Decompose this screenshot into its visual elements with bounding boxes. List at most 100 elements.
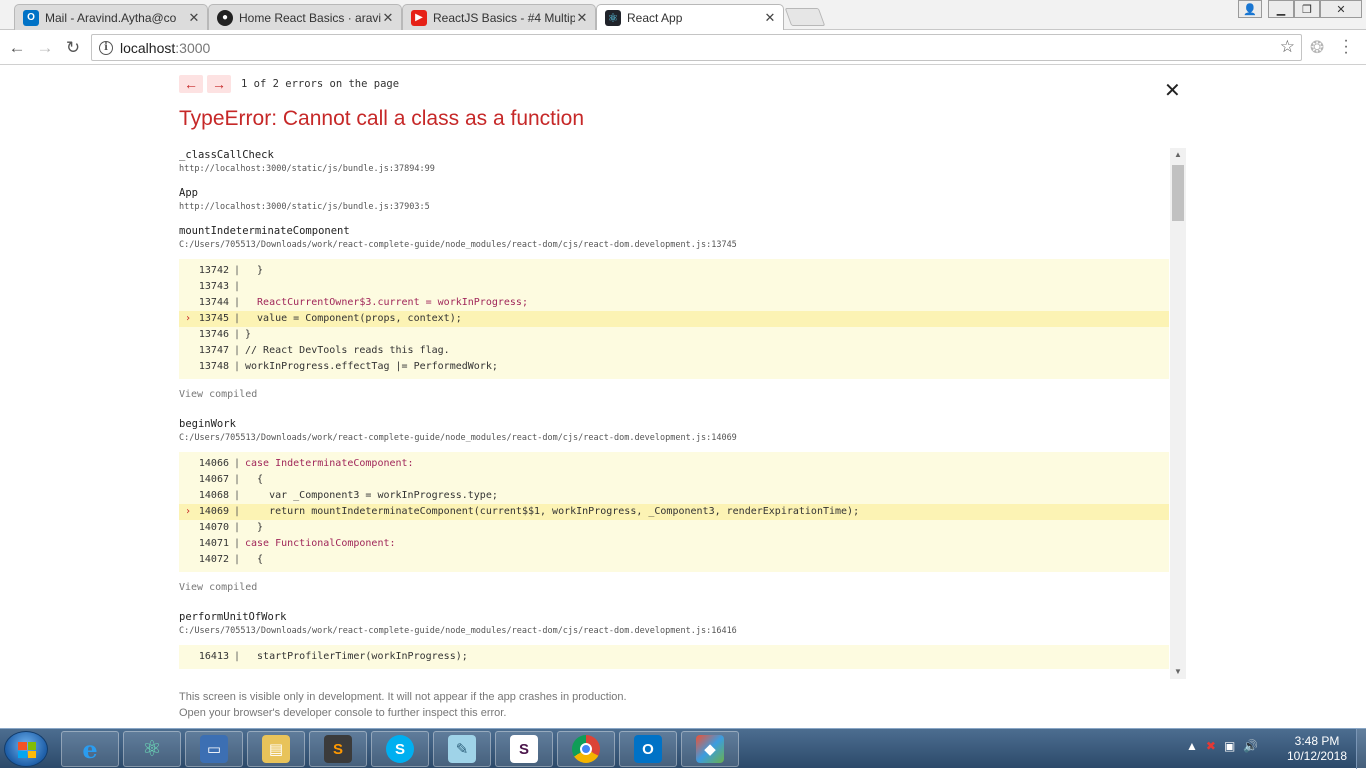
- error-overlay: ← → 1 of 2 errors on the page ✕ TypeErro…: [0, 66, 1366, 728]
- scrollbar-thumb[interactable]: [1172, 165, 1184, 221]
- code-line: 13746 |}: [198, 329, 252, 340]
- windows-taskbar: e ⚛ ▭ ▤ S S ✎ S O ◆ ▲ ✖ ▣ 🔊 3:48 PM 10/1…: [0, 728, 1366, 769]
- close-icon[interactable]: ✕: [187, 10, 201, 25]
- code-line: 16413 | startProfilerTimer(workInProgress…: [198, 651, 468, 662]
- system-tray: ▲ ✖ ▣ 🔊: [1186, 739, 1266, 753]
- frame-file-link[interactable]: C:/Users/705513/Downloads/work/react-com…: [179, 624, 1169, 638]
- show-hidden-icons-icon[interactable]: ▲: [1186, 739, 1198, 753]
- notepad-icon: ✎: [448, 735, 476, 763]
- scroll-down-icon[interactable]: ▼: [1170, 665, 1186, 679]
- show-desktop-button[interactable]: [1356, 729, 1366, 769]
- network-disconnected-icon[interactable]: ✖: [1206, 739, 1216, 753]
- start-button[interactable]: [4, 731, 48, 767]
- error-navigation: ← → 1 of 2 errors on the page: [179, 75, 399, 93]
- taskbar-file-explorer[interactable]: ▤: [247, 731, 305, 767]
- frame-file-link[interactable]: http://localhost:3000/static/js/bundle.j…: [179, 162, 1169, 176]
- tab-react-app[interactable]: ⚛ React App ✕: [596, 4, 784, 31]
- code-snippet: 14066 | case IndeterminateComponent: 14067…: [179, 452, 1169, 572]
- display-icon[interactable]: ▣: [1224, 739, 1235, 753]
- clock-time: 3:48 PM: [1294, 734, 1340, 748]
- overlay-footer: This screen is visible only in developme…: [179, 689, 627, 721]
- react-icon: ⚛: [605, 10, 621, 26]
- frame-function-name: performUnitOfWork: [179, 611, 287, 623]
- frame-file-link[interactable]: C:/Users/705513/Downloads/work/react-com…: [179, 431, 1169, 445]
- taskbar-slack[interactable]: S: [495, 731, 553, 767]
- frame-file-link[interactable]: http://localhost:3000/static/js/bundle.j…: [179, 200, 1169, 214]
- highlighted-code-line: › 13745 | value = Component(props, context…: [179, 311, 1169, 327]
- tab-github[interactable]: ● Home React Basics · aravi ✕: [208, 4, 402, 30]
- browser-toolbar: ← → ↻ i localhost:3000 ☆: [0, 30, 1366, 65]
- git-icon: ◆: [696, 735, 724, 763]
- close-window-button[interactable]: ✕: [1320, 0, 1362, 18]
- address-bar[interactable]: i localhost:3000 ☆: [91, 34, 1302, 61]
- menu-icon[interactable]: · · ·: [1343, 33, 1349, 61]
- extension-icon[interactable]: ❂: [1310, 38, 1324, 58]
- github-icon: ●: [217, 9, 233, 26]
- url-text[interactable]: localhost:3000: [120, 40, 210, 56]
- new-tab-button[interactable]: [784, 8, 826, 26]
- reload-button[interactable]: ↻: [62, 37, 84, 59]
- frame-function-name: beginWork: [179, 418, 236, 430]
- code-line: 14068 | var _Component3 = workInProgress.…: [198, 490, 498, 501]
- taskbar-chrome[interactable]: [557, 731, 615, 767]
- tab-mail[interactable]: O Mail - Aravind.Aytha@co ✕: [14, 4, 208, 30]
- tab-strip: O Mail - Aravind.Aytha@co ✕ ● Home React…: [0, 0, 1366, 31]
- code-line: 13743 |: [198, 281, 241, 292]
- chrome-icon: [572, 735, 600, 763]
- stack-frame: App http://localhost:3000/static/js/bund…: [179, 186, 1169, 214]
- info-icon[interactable]: i: [99, 41, 113, 55]
- stack-trace-content: _classCallCheck http://localhost:3000/st…: [179, 148, 1169, 669]
- stack-frame: beginWork C:/Users/705513/Downloads/work…: [179, 417, 1169, 600]
- code-line: 14072 | {: [198, 554, 264, 565]
- frame-function-name: _classCallCheck: [179, 149, 274, 161]
- error-count: 1 of 2 errors on the page: [241, 78, 400, 90]
- code-line: 13742 | }: [198, 265, 264, 276]
- taskbar-git[interactable]: ◆: [681, 731, 739, 767]
- taskbar-sublime-text[interactable]: S: [309, 731, 367, 767]
- tab-title: Home React Basics · aravi: [239, 10, 381, 25]
- clock-date: 10/12/2018: [1286, 749, 1348, 763]
- previous-error-button[interactable]: ←: [179, 75, 203, 93]
- view-compiled-link[interactable]: View compiled: [179, 383, 1169, 407]
- close-icon[interactable]: ✕: [575, 10, 589, 25]
- minimize-button[interactable]: ▁: [1268, 0, 1294, 18]
- taskbar-skype[interactable]: S: [371, 731, 429, 767]
- tab-title: ReactJS Basics - #4 Multip: [433, 10, 575, 25]
- atom-icon: ⚛: [142, 736, 162, 761]
- user-profile-icon[interactable]: 👤: [1238, 0, 1262, 18]
- taskbar-remote-desktop[interactable]: ▭: [185, 731, 243, 767]
- current-line-marker-icon: ›: [184, 506, 192, 517]
- close-icon[interactable]: ✕: [763, 11, 777, 25]
- taskbar-notepad[interactable]: ✎: [433, 731, 491, 767]
- slack-icon: S: [510, 735, 538, 763]
- close-icon[interactable]: ✕: [381, 10, 395, 25]
- code-line: 14071 | case FunctionalComponent:: [198, 538, 396, 549]
- bookmark-star-icon[interactable]: ☆: [1280, 37, 1295, 57]
- stack-scrollbar[interactable]: ▲ ▼: [1170, 148, 1186, 679]
- taskbar-internet-explorer[interactable]: e: [61, 731, 119, 767]
- taskbar-atom[interactable]: ⚛: [123, 731, 181, 767]
- back-button[interactable]: ←: [6, 37, 28, 59]
- frame-file-link[interactable]: C:/Users/705513/Downloads/work/react-com…: [179, 238, 1169, 252]
- code-line: 14067 | {: [198, 474, 264, 485]
- remote-desktop-icon: ▭: [200, 735, 228, 763]
- scroll-up-icon[interactable]: ▲: [1170, 148, 1186, 162]
- skype-icon: S: [386, 735, 414, 763]
- taskbar-clock[interactable]: 3:48 PM 10/12/2018: [1282, 734, 1352, 764]
- code-snippet: 16413 | startProfilerTimer(workInProgress…: [179, 645, 1169, 669]
- close-overlay-button[interactable]: ✕: [1164, 81, 1181, 101]
- forward-button[interactable]: →: [34, 37, 56, 59]
- view-compiled-link[interactable]: View compiled: [179, 576, 1169, 600]
- frame-function-name: App: [179, 187, 198, 199]
- internet-explorer-icon: e: [82, 734, 98, 764]
- taskbar-outlook[interactable]: O: [619, 731, 677, 767]
- next-error-button[interactable]: →: [207, 75, 231, 93]
- code-line: 14066 | case IndeterminateComponent:: [198, 458, 414, 469]
- tab-youtube[interactable]: ▶ ReactJS Basics - #4 Multip ✕: [402, 4, 596, 30]
- code-line: 14070 | }: [198, 522, 264, 533]
- stack-frame: performUnitOfWork C:/Users/705513/Downlo…: [179, 610, 1169, 669]
- restore-button[interactable]: ❐: [1294, 0, 1320, 18]
- volume-icon[interactable]: 🔊: [1243, 739, 1258, 753]
- highlighted-code-line: › 14069 | return mountIndeterminateCompone…: [179, 504, 1169, 520]
- stack-trace[interactable]: _classCallCheck http://localhost:3000/st…: [179, 148, 1186, 679]
